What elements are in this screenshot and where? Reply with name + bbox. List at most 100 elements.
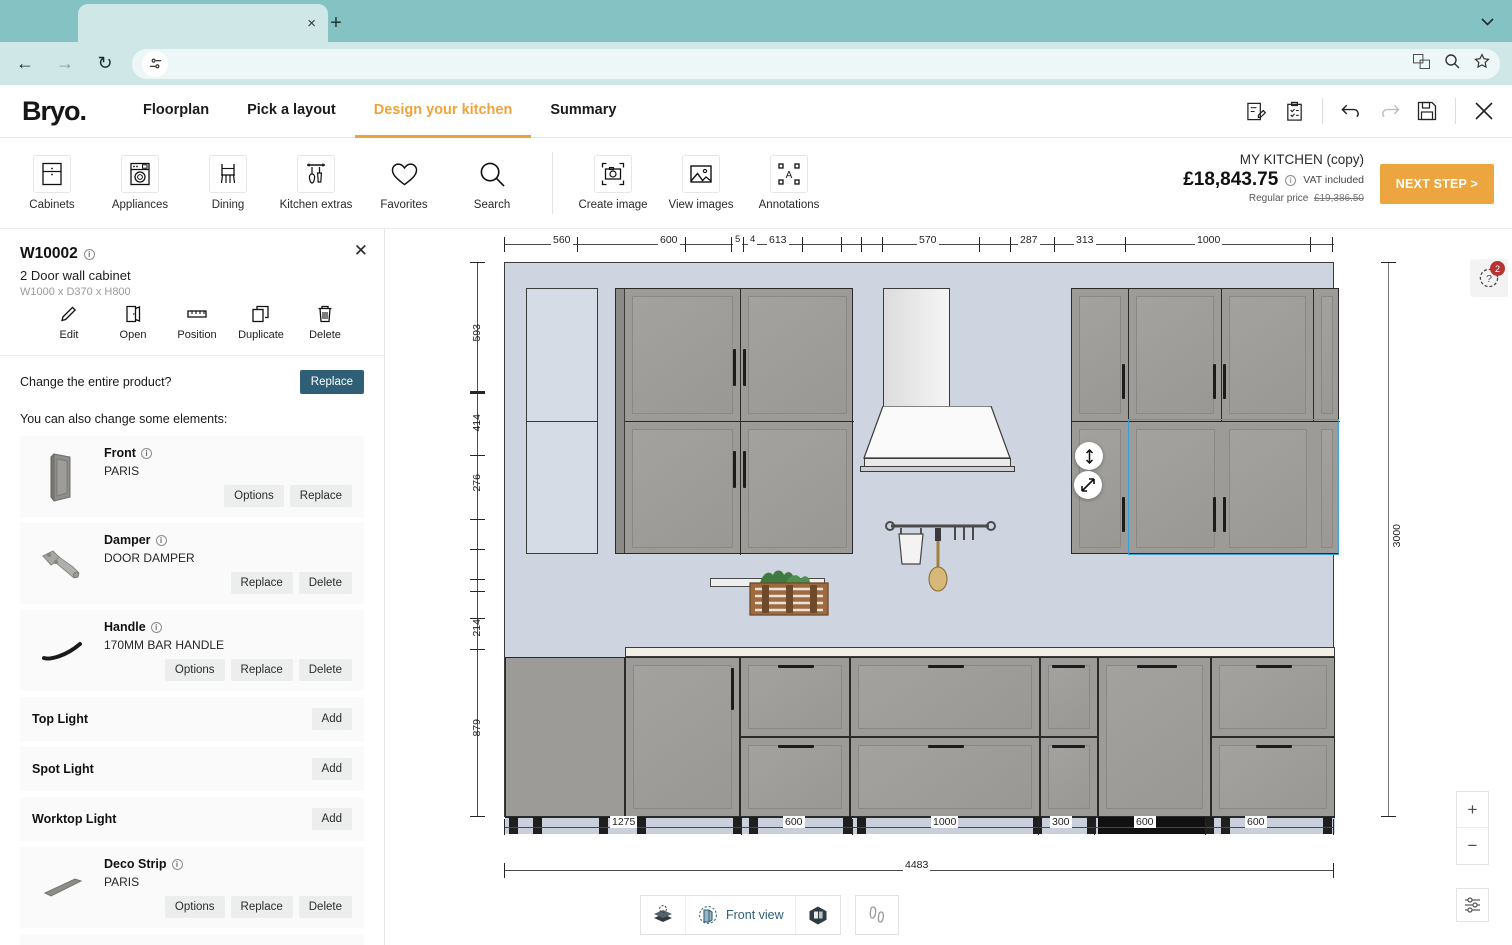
walkthrough-button[interactable] [856, 896, 898, 934]
worktop[interactable] [625, 647, 1335, 657]
deco-strip-options-button[interactable]: Options [165, 896, 225, 918]
translate-icon[interactable] [1413, 54, 1430, 74]
action-open[interactable]: Open [110, 304, 156, 341]
element-handle[interactable]: Handle i 170MM BAR HANDLE Options Replac… [20, 610, 364, 691]
reload-button[interactable]: ↻ [92, 51, 118, 77]
plan-view-button[interactable] [641, 896, 686, 934]
tool-kitchen-extras[interactable]: Kitchen extras [272, 155, 360, 211]
tab-close-icon[interactable]: × [307, 16, 316, 31]
replace-product-button[interactable]: Replace [300, 370, 364, 394]
base-drawer[interactable] [1040, 657, 1098, 737]
deco-strip-delete-button[interactable]: Delete [299, 896, 352, 918]
move-vertical-handle[interactable] [1075, 442, 1103, 470]
cabinet-door[interactable] [1129, 289, 1222, 421]
checklist-icon[interactable] [1276, 93, 1312, 129]
element-worktop-light[interactable]: Worktop Light Add [20, 797, 364, 841]
site-settings-icon[interactable] [142, 51, 168, 77]
cabinet-door[interactable] [625, 289, 740, 421]
new-tab-button[interactable]: + [322, 9, 350, 37]
tool-view-images[interactable]: View images [657, 155, 745, 211]
element-damper[interactable]: Damper i DOOR DAMPER Replace Delete [20, 523, 364, 604]
element-info-icon[interactable]: i [156, 535, 167, 546]
canvas-settings-button[interactable] [1456, 888, 1489, 922]
zoom-in-button[interactable]: + [1457, 792, 1488, 828]
worktop-light-add-button[interactable]: Add [312, 808, 352, 830]
damper-replace-button[interactable]: Replace [231, 572, 293, 594]
nav-pick-a-layout[interactable]: Pick a layout [228, 85, 355, 138]
tool-search[interactable]: Search [448, 155, 536, 211]
tool-dining[interactable]: Dining [184, 155, 272, 211]
handle-delete-button[interactable]: Delete [299, 659, 352, 681]
zoom-out-button[interactable]: − [1457, 828, 1488, 864]
save-icon[interactable] [1409, 93, 1445, 129]
kitchen-rail-accessory[interactable] [885, 518, 997, 593]
back-button[interactable]: ← [12, 51, 38, 77]
wall-cabinet-group-a[interactable] [615, 288, 853, 554]
tool-create-image[interactable]: Create image [569, 155, 657, 211]
dishwasher[interactable] [1098, 657, 1211, 817]
bookmark-icon[interactable] [1474, 53, 1490, 74]
action-edit[interactable]: Edit [46, 304, 92, 341]
cabinet-door-selected[interactable] [1222, 421, 1314, 555]
base-drawer[interactable] [740, 657, 850, 737]
tool-favorites[interactable]: Favorites [360, 155, 448, 211]
front-options-button[interactable]: Options [224, 485, 284, 507]
cabinet-door[interactable] [740, 421, 854, 555]
element-front[interactable]: Front i PARIS Options Replace [20, 436, 364, 517]
hood-chimney[interactable] [883, 288, 950, 408]
element-top-cover-panel[interactable]: Top Cover Panel Add [20, 934, 364, 945]
element-deco-strip[interactable]: Deco Strip i PARIS Options Replace Delet… [20, 847, 364, 928]
help-button[interactable]: ? 2 [1470, 259, 1508, 297]
deco-strip-replace-button[interactable]: Replace [231, 896, 293, 918]
base-cabinet[interactable] [505, 657, 625, 817]
cabinet-door[interactable] [1072, 289, 1129, 421]
zoom-icon[interactable] [1444, 53, 1460, 74]
top-light-add-button[interactable]: Add [312, 708, 352, 730]
product-info-icon[interactable]: i [84, 249, 95, 260]
handle-options-button[interactable]: Options [165, 659, 225, 681]
three-d-view-button[interactable] [796, 896, 840, 934]
price-info-icon[interactable]: i [1285, 175, 1296, 186]
cabinet-door[interactable] [740, 289, 854, 421]
herb-planter[interactable] [742, 563, 836, 619]
spot-light-add-button[interactable]: Add [312, 758, 352, 780]
nav-floorplan[interactable]: Floorplan [124, 85, 228, 138]
tool-appliances[interactable]: Appliances [96, 155, 184, 211]
base-drawer[interactable] [740, 737, 850, 817]
element-info-icon[interactable]: i [151, 622, 162, 633]
tool-cabinets[interactable]: Cabinets [8, 155, 96, 211]
wall-cabinet-group-b[interactable] [1071, 288, 1339, 554]
kitchen-elevation[interactable] [504, 262, 1334, 817]
nav-design-your-kitchen[interactable]: Design your kitchen [355, 85, 532, 138]
element-spot-light[interactable]: Spot Light Add [20, 747, 364, 791]
damper-delete-button[interactable]: Delete [299, 572, 352, 594]
notes-icon[interactable] [1238, 93, 1274, 129]
cabinet-door[interactable] [1222, 289, 1314, 421]
sidebar-close-button[interactable]: ✕ [354, 241, 368, 261]
action-duplicate[interactable]: Duplicate [238, 304, 284, 341]
base-drawer[interactable] [1211, 737, 1335, 817]
address-bar[interactable] [132, 49, 1500, 79]
cabinet-filler[interactable] [1314, 421, 1340, 555]
base-cabinet-door[interactable] [625, 657, 740, 817]
front-replace-button[interactable]: Replace [290, 485, 352, 507]
handle-replace-button[interactable]: Replace [231, 659, 293, 681]
action-delete[interactable]: Delete [302, 304, 348, 341]
cabinet-door-selected[interactable] [1129, 421, 1222, 555]
close-icon[interactable] [1466, 93, 1502, 129]
base-drawer[interactable] [1040, 737, 1098, 817]
element-top-light[interactable]: Top Light Add [20, 697, 364, 741]
base-drawer[interactable] [850, 657, 1040, 737]
cabinet-filler[interactable] [1314, 289, 1340, 421]
next-step-button[interactable]: NEXT STEP > [1380, 164, 1494, 204]
action-position[interactable]: Position [174, 304, 220, 341]
undo-icon[interactable] [1333, 93, 1369, 129]
forward-button[interactable]: → [52, 51, 78, 77]
redo-icon[interactable] [1371, 93, 1407, 129]
tool-annotations[interactable]: A Annotations [745, 155, 833, 211]
design-canvas[interactable]: 560 600 5 4 613 570 287 313 1000 593 414… [385, 229, 1512, 945]
element-info-icon[interactable]: i [141, 448, 152, 459]
resize-handle[interactable] [1074, 471, 1102, 499]
base-drawer[interactable] [850, 737, 1040, 817]
front-view-button[interactable]: Front view [686, 896, 796, 934]
